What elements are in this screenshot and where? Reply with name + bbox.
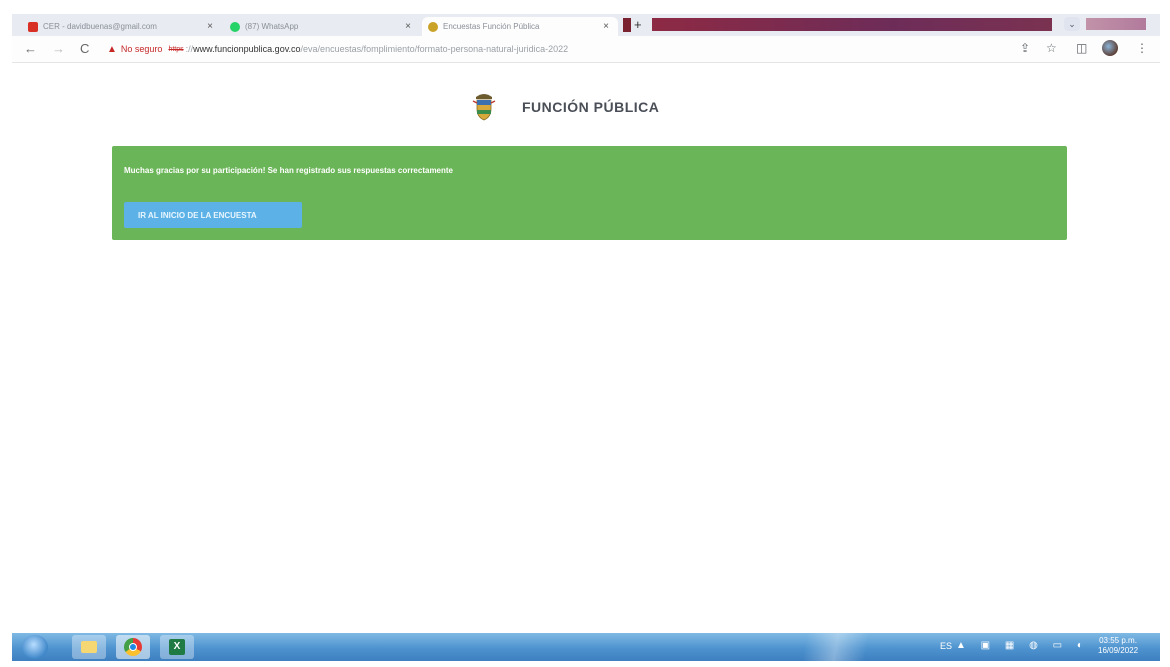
window-frame	[652, 18, 1052, 31]
star-icon[interactable]: ☆	[1046, 41, 1057, 55]
browser-toolbar: ← → C ▲ No seguro https :// www.funcionp…	[12, 36, 1160, 63]
chrome-icon	[124, 638, 142, 656]
clock-time: 03:55 p.m.	[1099, 636, 1137, 645]
tab-divider	[623, 18, 631, 32]
tab-encuestas[interactable]: Encuestas Función Pública ×	[422, 17, 618, 36]
clock[interactable]: 03:55 p.m. 16/09/2022	[1098, 636, 1138, 656]
shield-crest-icon	[428, 21, 438, 32]
explorer-taskbar-button[interactable]	[72, 635, 106, 659]
warning-icon: ▲	[107, 43, 117, 55]
forward-button[interactable]: →	[52, 41, 65, 56]
coat-of-arms-icon	[472, 94, 496, 121]
url-separator: ://	[185, 44, 194, 54]
url-host: www.funcionpublica.gov.co	[193, 44, 301, 54]
tab-label: (87) WhatsApp	[245, 22, 299, 31]
page-header: FUNCIÓN PÚBLICA	[12, 62, 1160, 142]
taskbar-shine	[782, 633, 902, 661]
tab-strip: CER - davidbuenas@gmail.com × (87) Whats…	[12, 14, 1160, 36]
profile-avatar[interactable]	[1102, 40, 1118, 56]
excel-taskbar-button[interactable]: X	[160, 635, 194, 659]
tab-label: CER - davidbuenas@gmail.com	[43, 22, 157, 31]
screen: CER - davidbuenas@gmail.com × (87) Whats…	[12, 14, 1160, 661]
chrome-taskbar-button[interactable]	[116, 635, 150, 659]
address-bar[interactable]: ▲ No seguro https :// www.funcionpublica…	[107, 40, 1087, 58]
brand-title: FUNCIÓN PÚBLICA	[522, 99, 660, 115]
taskbar: X ES ▲ ▣ ▦ ◍ ▭ ◐ 03:55 p.m. 16/09/2022	[12, 633, 1160, 661]
go-to-survey-start-button[interactable]: IR AL INICIO DE LA ENCUESTA	[124, 202, 302, 228]
close-icon[interactable]: ×	[402, 21, 414, 32]
tab-label: Encuestas Función Pública	[443, 22, 540, 31]
side-panel-icon[interactable]: ◫	[1076, 41, 1087, 55]
language-indicator[interactable]: ES	[940, 641, 952, 651]
url-path: /eva/encuestas/fomplimiento/formato-pers…	[300, 44, 569, 54]
system-tray-icons[interactable]: ▲ ▣ ▦ ◍ ▭ ◐	[956, 640, 1089, 651]
tab-whatsapp[interactable]: (87) WhatsApp ×	[224, 17, 420, 36]
success-message: Muchas gracias por su participación! Se …	[124, 166, 454, 175]
close-icon[interactable]: ×	[204, 21, 216, 32]
menu-icon[interactable]: ⋮	[1136, 41, 1148, 55]
start-button[interactable]	[22, 635, 48, 659]
whatsapp-icon	[230, 21, 240, 32]
url-scheme: https	[168, 45, 184, 53]
back-button[interactable]: ←	[24, 41, 37, 56]
window-controls[interactable]	[1086, 18, 1146, 30]
close-icon[interactable]: ×	[600, 21, 612, 32]
clock-date: 16/09/2022	[1098, 646, 1139, 655]
success-alert: Muchas gracias por su participación! Se …	[112, 146, 1067, 240]
folder-icon	[81, 641, 97, 653]
new-tab-button[interactable]: +	[634, 18, 642, 32]
reload-button[interactable]: C	[80, 41, 89, 56]
excel-icon: X	[169, 639, 185, 655]
tab-search-button[interactable]: ⌄	[1064, 17, 1080, 31]
tab-gmail[interactable]: CER - davidbuenas@gmail.com ×	[22, 17, 222, 36]
share-icon[interactable]: ⇪	[1020, 41, 1030, 55]
gmail-icon	[28, 21, 38, 32]
security-status[interactable]: No seguro	[121, 44, 163, 54]
